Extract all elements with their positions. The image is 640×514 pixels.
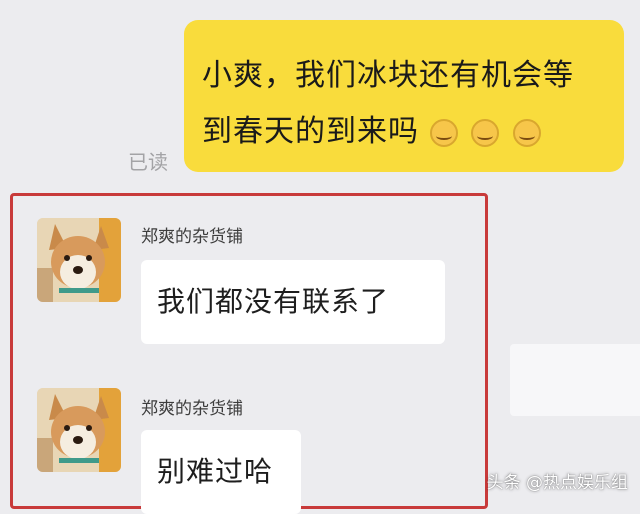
watermark: 头条 @热点娱乐组	[487, 468, 628, 493]
crying-laugh-emoji-icon	[471, 118, 500, 147]
incoming-message-bubble[interactable]: 别难过哈	[141, 430, 301, 514]
outgoing-message-bubble[interactable]: 小爽，我们冰块还有机会等 到春天的到来吗	[184, 20, 624, 172]
incoming-message-text: 别难过哈	[157, 455, 274, 488]
watermark-handle: @热点娱乐组	[526, 473, 628, 493]
read-status: 已读	[128, 150, 168, 174]
incoming-message-text: 我们都没有联系了	[157, 285, 390, 318]
incoming-message-bubble[interactable]: 我们都没有联系了	[141, 260, 445, 344]
watermark-source: 头条	[486, 473, 521, 493]
avatar[interactable]	[37, 218, 121, 302]
side-card	[510, 344, 640, 416]
shiba-dog-avatar-icon	[37, 218, 121, 302]
crying-laugh-emoji-icon	[429, 118, 458, 147]
sender-name: 郑爽的杂货铺	[141, 399, 243, 419]
crying-laugh-emoji-icon	[512, 118, 541, 147]
sender-name: 郑爽的杂货铺	[141, 227, 243, 247]
shiba-dog-avatar-icon	[37, 388, 121, 472]
outgoing-message-text: 到春天的到来吗	[202, 114, 419, 149]
outgoing-message-line: 小爽，我们冰块还有机会等	[202, 58, 574, 93]
avatar[interactable]	[37, 388, 121, 472]
outgoing-message-line: 到春天的到来吗	[202, 104, 610, 160]
